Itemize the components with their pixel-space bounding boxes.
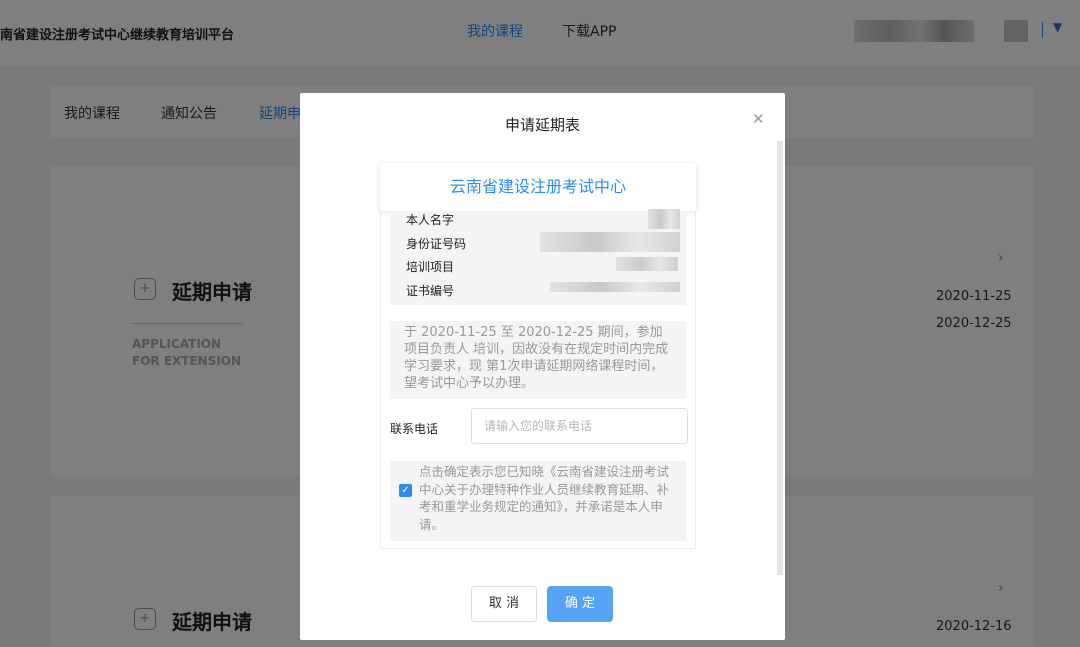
agreement-text: 点击确定表示您已知晓《云南省建设注册考试中心关于办理特种作业人员继续教育延期、补… bbox=[419, 464, 670, 532]
cert-label: 证书编号 bbox=[406, 284, 455, 298]
cancel-button[interactable]: 取 消 bbox=[471, 586, 537, 622]
name-label: 本人名字 bbox=[406, 213, 455, 227]
phone-label: 联系电话 bbox=[390, 422, 439, 436]
project-value-redacted bbox=[616, 257, 678, 271]
extension-description: 于 2020-11-25 至 2020-12-25 期间，参加 项目负责人 培训… bbox=[390, 321, 686, 399]
org-name: 云南省建设注册考试中心 bbox=[380, 163, 696, 211]
scrollbar[interactable] bbox=[777, 141, 783, 575]
agreement: ✓ 点击确定表示您已知晓《云南省建设注册考试中心关于办理特种作业人员继续教育延期… bbox=[390, 461, 686, 541]
extension-application-modal: 申请延期表 ✕ 云南省建设注册考试中心 本人名字 身份证号码 培训项目 证书编号… bbox=[300, 93, 785, 640]
confirm-button[interactable]: 确 定 bbox=[547, 586, 613, 622]
personal-info: 本人名字 身份证号码 培训项目 证书编号 bbox=[390, 209, 686, 305]
close-icon[interactable]: ✕ bbox=[752, 110, 765, 128]
phone-input[interactable] bbox=[471, 408, 688, 444]
modal-title: 申请延期表 bbox=[504, 116, 580, 134]
id-label: 身份证号码 bbox=[406, 237, 467, 251]
name-value-redacted bbox=[648, 209, 680, 229]
agreement-checkbox[interactable]: ✓ bbox=[399, 484, 412, 497]
cert-value-redacted bbox=[550, 282, 680, 292]
project-label: 培训项目 bbox=[406, 260, 455, 274]
id-value-redacted bbox=[540, 232, 680, 252]
